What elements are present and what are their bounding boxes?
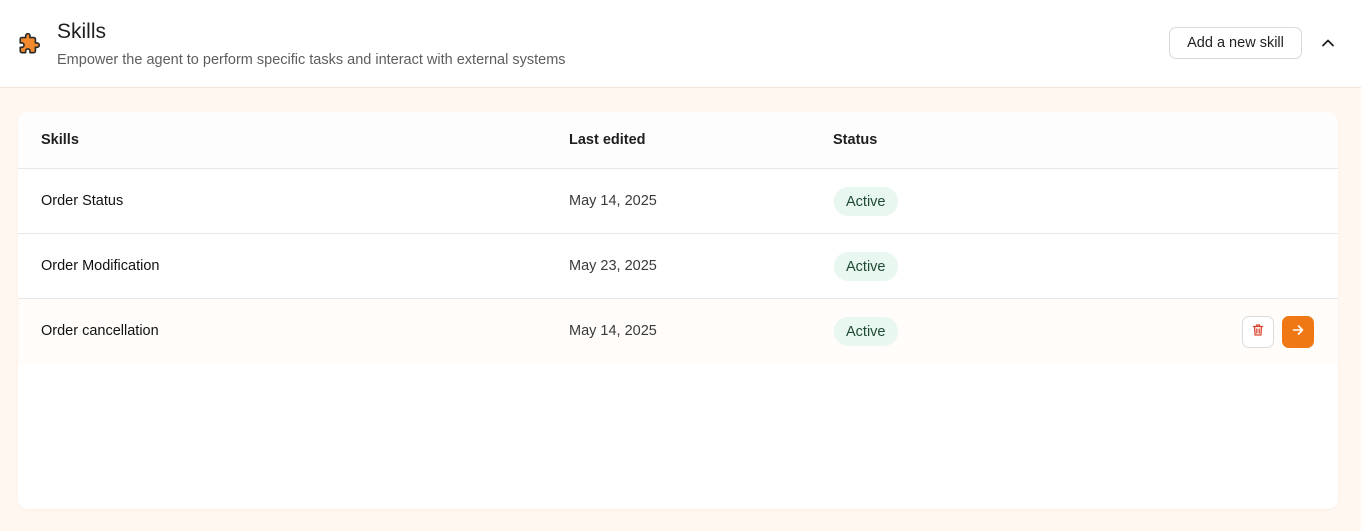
skills-header: Skills Empower the agent to perform spec… bbox=[0, 0, 1361, 88]
table-row[interactable]: Order Modification May 23, 2025 Active bbox=[18, 234, 1338, 299]
column-header-skills: Skills bbox=[41, 132, 79, 148]
table-header: Skills Last edited Status bbox=[18, 112, 1338, 169]
trash-icon bbox=[1251, 323, 1265, 342]
last-edited-date: May 14, 2025 bbox=[569, 193, 657, 209]
add-new-skill-button[interactable]: Add a new skill bbox=[1169, 27, 1302, 59]
puzzle-icon bbox=[17, 31, 43, 57]
skill-name: Order cancellation bbox=[41, 323, 159, 339]
column-header-last-edited: Last edited bbox=[569, 132, 646, 148]
status-badge: Active bbox=[834, 187, 898, 216]
status-badge: Active bbox=[834, 317, 898, 346]
last-edited-date: May 14, 2025 bbox=[569, 323, 657, 339]
page-title: Skills bbox=[57, 20, 107, 43]
page-subtitle: Empower the agent to perform specific ta… bbox=[57, 52, 566, 68]
last-edited-date: May 23, 2025 bbox=[569, 258, 657, 274]
skills-table: Skills Last edited Status Order Status M… bbox=[18, 112, 1338, 509]
status-badge: Active bbox=[834, 252, 898, 281]
delete-skill-button[interactable] bbox=[1242, 316, 1274, 348]
skill-name: Order Status bbox=[41, 193, 124, 209]
arrow-right-icon bbox=[1291, 323, 1305, 342]
chevron-up-icon[interactable] bbox=[1316, 31, 1340, 55]
open-skill-button[interactable] bbox=[1282, 316, 1314, 348]
table-row[interactable]: Order cancellation May 14, 2025 Active bbox=[18, 299, 1338, 364]
table-row[interactable]: Order Status May 14, 2025 Active bbox=[18, 169, 1338, 234]
column-header-status: Status bbox=[833, 132, 878, 148]
skill-name: Order Modification bbox=[41, 258, 160, 274]
